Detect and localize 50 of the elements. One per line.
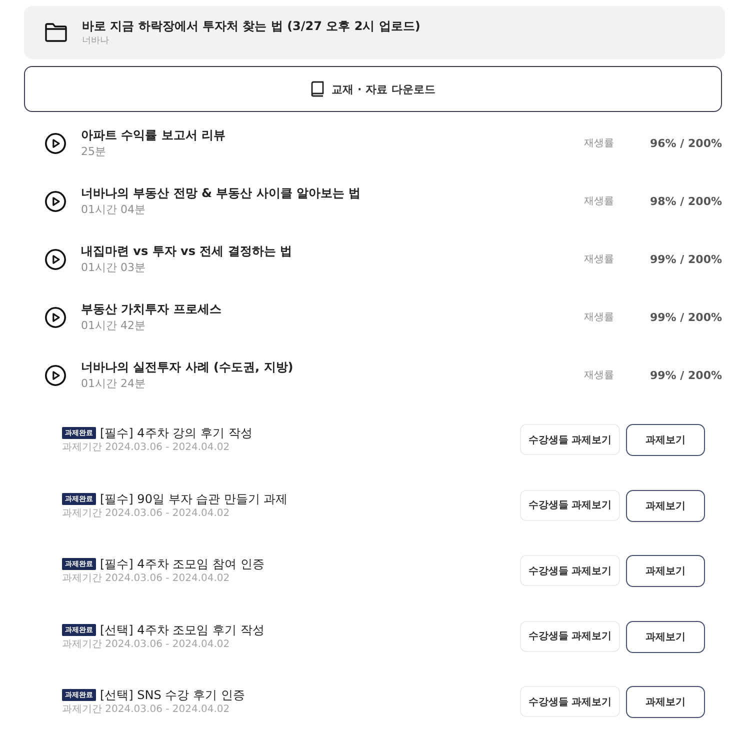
view-assignment-button[interactable]: 과제보기 xyxy=(626,620,705,652)
assignment-title: [필수] 4주차 조모임 참여 인증 xyxy=(100,556,264,572)
play-icon[interactable] xyxy=(45,364,66,386)
view-assignment-button[interactable]: 과제보기 xyxy=(626,424,705,456)
assignment-title: [필수] 4주차 강의 후기 작성 xyxy=(100,425,252,441)
lecture-duration: 01시간 03분 xyxy=(81,260,146,276)
view-assignment-button[interactable]: 과제보기 xyxy=(626,555,705,587)
lecture-duration: 01시간 04분 xyxy=(81,202,146,218)
play-icon[interactable] xyxy=(45,190,66,212)
assignment-title: [선택] SNS 수강 후기 인증 xyxy=(100,687,245,703)
rate-value: 99% / 200% xyxy=(649,252,722,266)
folder-title: 바로 지금 하락장에서 투자처 찾는 법 (3/27 오후 2시 업로드) xyxy=(82,18,420,34)
lecture-title: 내집마련 vs 투자 vs 전세 결정하는 법 xyxy=(81,242,293,260)
assignment-period: 과제기간 2024.03.06 - 2024.04.02 xyxy=(62,506,231,520)
lecture-duration: 01시간 42분 xyxy=(81,318,146,334)
folder-author: 너바나 xyxy=(82,34,110,48)
lecture-title: 너바나의 부동산 전망 & 부동산 사이클 알아보는 법 xyxy=(81,184,362,202)
peers-assignments-button[interactable]: 수강생들 과제보기 xyxy=(520,686,620,717)
lecture-title: 아파트 수익률 보고서 리뷰 xyxy=(81,126,227,144)
assignment-title: [필수] 90일 부자 습관 만들기 과제 xyxy=(100,490,288,506)
download-button[interactable]: 교재 · 자료 다운로드 xyxy=(24,66,722,112)
view-assignment-button[interactable]: 과제보기 xyxy=(626,490,705,522)
view-assignment-button[interactable]: 과제보기 xyxy=(626,686,705,718)
play-icon[interactable] xyxy=(45,306,66,328)
rate-label: 재생률 xyxy=(584,253,614,266)
assignment-title: [선택] 4주차 조모임 후기 작성 xyxy=(100,622,264,638)
assignment-period: 과제기간 2024.03.06 - 2024.04.02 xyxy=(62,441,231,455)
lecture-duration: 25분 xyxy=(81,144,107,160)
rate-label: 재생률 xyxy=(584,195,614,208)
lecture-duration: 01시간 24분 xyxy=(81,376,146,392)
peers-assignments-button[interactable]: 수강생들 과제보기 xyxy=(520,555,620,586)
assignment-period: 과제기간 2024.03.06 - 2024.04.02 xyxy=(62,572,231,586)
lecture-title: 너바나의 실전투자 사례 (수도권, 지방) xyxy=(81,358,294,376)
play-icon[interactable] xyxy=(45,132,66,154)
peers-assignments-button[interactable]: 수강생들 과제보기 xyxy=(520,620,620,652)
rate-label: 재생률 xyxy=(584,369,614,382)
rate-value: 98% / 200% xyxy=(649,194,722,208)
peers-assignments-button[interactable]: 수강생들 과제보기 xyxy=(520,490,620,520)
play-icon[interactable] xyxy=(45,248,66,270)
assignment-period: 과제기간 2024.03.06 - 2024.04.02 xyxy=(62,703,231,717)
lecture-title: 부동산 가치투자 프로세스 xyxy=(81,300,222,318)
rate-value: 99% / 200% xyxy=(649,310,722,324)
book-icon xyxy=(310,81,324,97)
rate-value: 96% / 200% xyxy=(649,136,722,150)
peers-assignments-button[interactable]: 수강생들 과제보기 xyxy=(520,424,620,455)
rate-label: 재생률 xyxy=(584,137,614,150)
rate-value: 99% / 200% xyxy=(649,368,722,382)
folder-icon xyxy=(45,23,67,42)
rate-label: 재생률 xyxy=(584,311,614,324)
assignment-period: 과제기간 2024.03.06 - 2024.04.02 xyxy=(62,638,231,652)
